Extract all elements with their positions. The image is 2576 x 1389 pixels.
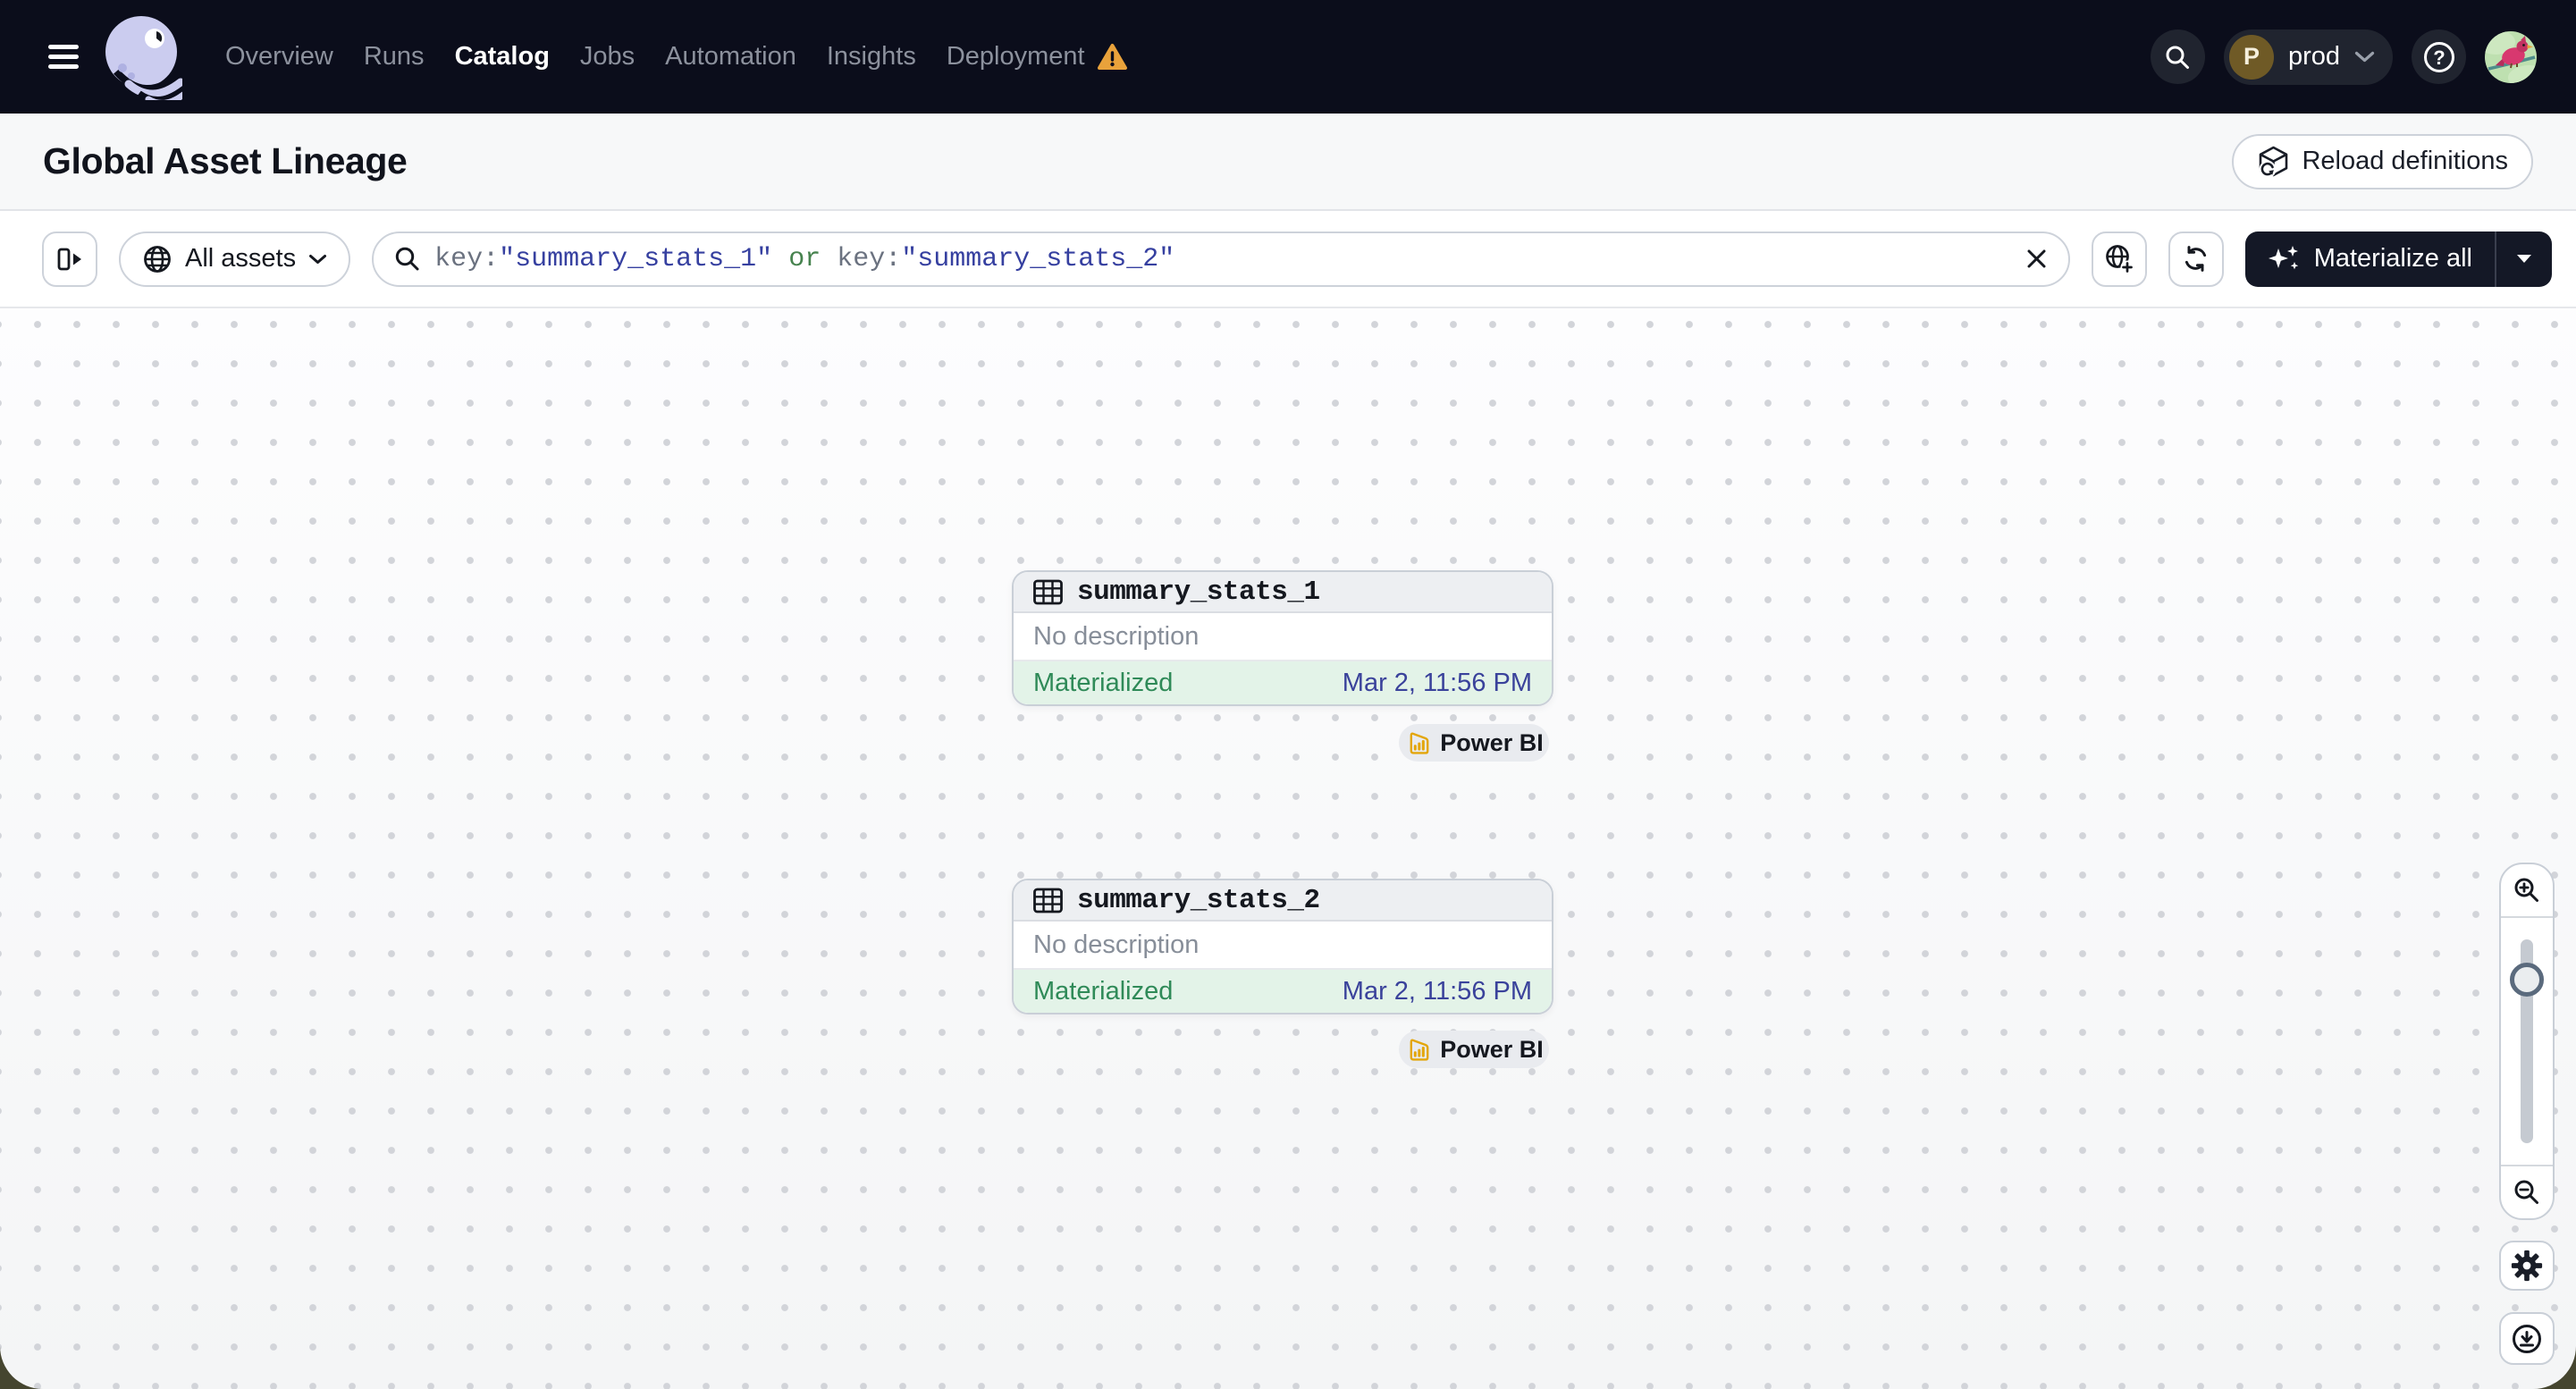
asset-node-header: summary_stats_1 — [1014, 572, 1552, 613]
sparkles-icon — [2268, 246, 2298, 270]
nav-item-deployment[interactable]: Deployment — [947, 42, 1128, 72]
nav-item-jobs[interactable]: Jobs — [580, 42, 635, 72]
asset-node-summary-stats-2[interactable]: summary_stats_2 No description Materiali… — [1012, 879, 1553, 1014]
zoom-slider[interactable] — [2501, 916, 2553, 1166]
zoom-slider-handle[interactable] — [2510, 963, 2544, 997]
gear-icon — [2511, 1250, 2543, 1282]
materialize-all-split-button: Materialize all — [2244, 231, 2552, 287]
globe-plus-icon — [2105, 244, 2134, 274]
lineage-toolbar: All assets key:"summary_stats_1" or key:… — [0, 211, 2576, 308]
svg-text:?: ? — [2433, 46, 2445, 69]
table-icon — [1033, 888, 1063, 913]
zoom-out-button[interactable] — [2501, 1166, 2553, 1218]
status-badge: Materialized — [1033, 668, 1174, 697]
deployment-name: prod — [2287, 42, 2340, 71]
asset-scope-label: All assets — [185, 244, 297, 273]
open-left-panel-button[interactable] — [42, 231, 97, 287]
nav-item-automation[interactable]: Automation — [665, 42, 796, 72]
chevron-down-icon — [309, 254, 327, 264]
refresh-icon — [2185, 246, 2207, 272]
nav-item-runs[interactable]: Runs — [364, 42, 425, 72]
reload-definitions-label: Reload definitions — [2302, 147, 2508, 175]
zoom-control-panel — [2499, 863, 2555, 1220]
refresh-graph-button[interactable] — [2168, 231, 2224, 287]
asset-node-header: summary_stats_2 — [1014, 880, 1552, 922]
materialize-options-button[interactable] — [2496, 254, 2552, 264]
page-header: Global Asset Lineage Reload definitions — [0, 114, 2576, 211]
dagster-logo[interactable] — [104, 14, 182, 100]
page-title: Global Asset Lineage — [43, 140, 408, 181]
top-navbar: Overview Runs Catalog Jobs Automation In… — [0, 0, 2576, 114]
hamburger-menu-icon[interactable] — [48, 45, 79, 69]
asset-description: No description — [1014, 613, 1552, 661]
deployment-switcher[interactable]: P prod — [2223, 29, 2393, 85]
user-avatar[interactable] — [2485, 30, 2537, 83]
powerbi-tag-label: Power BI — [1440, 728, 1544, 756]
status-badge: Materialized — [1033, 976, 1174, 1006]
close-icon — [2027, 249, 2046, 268]
asset-description: No description — [1014, 922, 1552, 970]
materialization-timestamp: Mar 2, 11:56 PM — [1342, 976, 1532, 1006]
powerbi-tag[interactable]: Power BI — [1399, 724, 1549, 762]
navbar-right: P prod ? — [2150, 29, 2537, 85]
table-icon — [1033, 579, 1063, 604]
nav-item-catalog[interactable]: Catalog — [455, 42, 550, 72]
asset-status-row: Materialized Mar 2, 11:56 PM — [1014, 661, 1552, 704]
materialize-all-label: Materialize all — [2313, 244, 2472, 273]
primary-nav: Overview Runs Catalog Jobs Automation In… — [225, 42, 1128, 72]
asset-name: summary_stats_2 — [1077, 884, 1320, 916]
graph-settings-button[interactable] — [2499, 1241, 2555, 1291]
materialize-all-button[interactable]: Materialize all — [2245, 242, 2495, 275]
global-search-button[interactable] — [2150, 29, 2205, 84]
search-icon — [2166, 46, 2190, 69]
zoom-in-button[interactable] — [2501, 864, 2553, 916]
search-icon — [395, 247, 419, 271]
lineage-canvas[interactable]: summary_stats_1 No description Materiali… — [0, 308, 2576, 1389]
help-button[interactable]: ? — [2412, 29, 2466, 84]
download-graph-button[interactable] — [2499, 1312, 2555, 1365]
asset-status-row: Materialized Mar 2, 11:56 PM — [1014, 970, 1552, 1013]
asset-node-summary-stats-1[interactable]: summary_stats_1 No description Materiali… — [1012, 570, 1553, 706]
download-icon — [2513, 1324, 2541, 1353]
powerbi-tag-label: Power BI — [1440, 1035, 1544, 1063]
zoom-in-icon — [2514, 878, 2538, 902]
powerbi-icon — [1410, 1039, 1429, 1061]
nav-item-insights[interactable]: Insights — [827, 42, 916, 72]
deployment-avatar: P — [2228, 34, 2274, 80]
search-query-text: key:"summary_stats_1" or key:"summary_st… — [434, 243, 1175, 274]
reload-definitions-button[interactable]: Reload definitions — [2232, 133, 2533, 189]
chevron-down-icon — [2354, 51, 2375, 63]
clear-search-button[interactable] — [2025, 247, 2049, 271]
nav-item-overview[interactable]: Overview — [225, 42, 333, 72]
powerbi-icon — [1410, 732, 1429, 754]
bird-avatar-image — [2485, 30, 2537, 83]
powerbi-tag[interactable]: Power BI — [1399, 1031, 1549, 1068]
warning-icon — [1097, 44, 1127, 70]
asset-name: summary_stats_1 — [1077, 576, 1320, 608]
globe-icon — [144, 245, 171, 273]
asset-search-input[interactable]: key:"summary_stats_1" or key:"summary_st… — [372, 231, 2070, 287]
zoom-out-icon — [2514, 1180, 2538, 1204]
materialization-timestamp: Mar 2, 11:56 PM — [1342, 668, 1532, 697]
panel-toggle-icon — [57, 248, 81, 270]
asset-scope-dropdown[interactable]: All assets — [119, 231, 351, 287]
show-all-assets-button[interactable] — [2091, 231, 2147, 287]
help-icon: ? — [2423, 41, 2454, 72]
octopus-logo-icon — [105, 15, 182, 100]
caret-down-icon — [2517, 255, 2531, 263]
reload-definitions-icon — [2259, 146, 2288, 178]
